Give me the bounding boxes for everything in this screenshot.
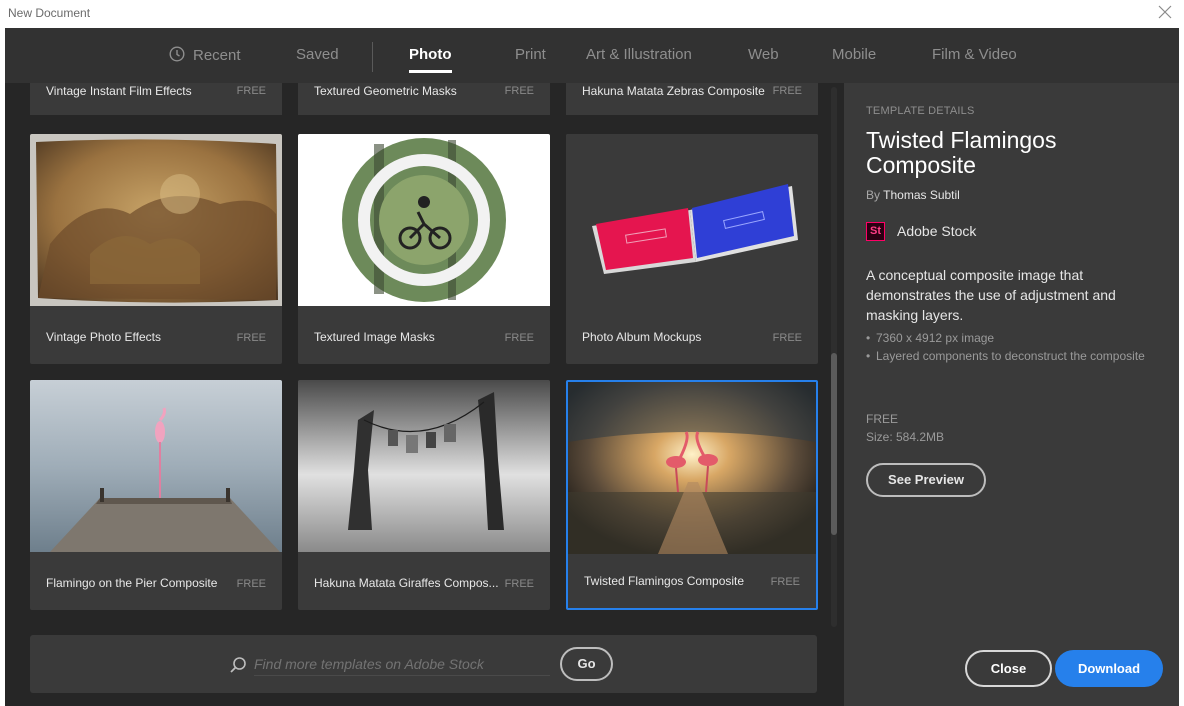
- template-description: A conceptual composite image that demons…: [866, 267, 1116, 323]
- template-price: FREE: [236, 85, 266, 97]
- tab-label: Recent: [193, 47, 241, 64]
- template-name: Textured Image Masks: [314, 330, 435, 344]
- template-price: FREE: [236, 332, 266, 344]
- template-thumbnail: [30, 134, 282, 306]
- title-bar: New Document: [0, 0, 1184, 28]
- go-button[interactable]: Go: [560, 647, 613, 681]
- stock-source: Adobe Stock: [897, 223, 977, 239]
- clock-icon: [169, 46, 185, 62]
- template-price: FREE: [504, 85, 534, 97]
- author-name[interactable]: Thomas Subtil: [883, 188, 960, 202]
- template-price: FREE: [770, 576, 800, 588]
- template-author: By Thomas Subtil: [866, 188, 960, 202]
- tab-label: Photo: [409, 46, 452, 63]
- template-card[interactable]: Flamingo on the Pier Composite FREE: [30, 380, 282, 610]
- template-name: Hakuna Matata Giraffes Compos...: [314, 576, 499, 590]
- dialog-body: Recent Saved Photo Print Art & Illustrat…: [5, 28, 1179, 706]
- template-name: Vintage Photo Effects: [46, 330, 161, 344]
- template-features: 7360 x 4912 px image Layered components …: [866, 329, 1166, 365]
- template-grid: Vintage Instant Film Effects FREE Textur…: [5, 83, 844, 706]
- feature-item: 7360 x 4912 px image: [866, 329, 1166, 347]
- download-button[interactable]: Download: [1055, 650, 1163, 687]
- tab-print[interactable]: Print: [515, 46, 546, 63]
- tab-mobile[interactable]: Mobile: [832, 46, 876, 63]
- scrollbar-thumb[interactable]: [831, 353, 837, 535]
- tab-saved[interactable]: Saved: [296, 46, 339, 63]
- tab-film-video[interactable]: Film & Video: [932, 46, 1017, 63]
- tab-photo[interactable]: Photo: [409, 46, 452, 73]
- tab-label: Web: [748, 46, 779, 63]
- template-price: FREE: [504, 578, 534, 590]
- template-price: FREE: [236, 578, 266, 590]
- template-card[interactable]: Textured Image Masks FREE: [298, 134, 550, 364]
- template-title: Twisted Flamingos Composite: [866, 127, 1057, 178]
- search-input[interactable]: Find more templates on Adobe Stock: [254, 656, 550, 676]
- template-price: FREE: [504, 332, 534, 344]
- tab-label: Art & Illustration: [586, 46, 692, 63]
- search-icon: [229, 656, 247, 674]
- template-size: Size: 584.2MB: [866, 430, 945, 444]
- see-preview-button[interactable]: See Preview: [866, 463, 986, 497]
- template-card[interactable]: Photo Album Mockups FREE: [566, 134, 818, 364]
- template-name: Textured Geometric Masks: [314, 84, 457, 98]
- template-thumbnail: [568, 382, 816, 554]
- template-name: Vintage Instant Film Effects: [46, 84, 192, 98]
- template-name: Twisted Flamingos Composite: [584, 574, 745, 588]
- template-price: FREE: [772, 332, 802, 344]
- template-card[interactable]: Vintage Photo Effects FREE: [30, 134, 282, 364]
- template-card-selected[interactable]: Twisted Flamingos Composite FREE: [566, 380, 818, 610]
- template-price-detail: FREE: [866, 412, 899, 426]
- tab-art-illustration[interactable]: Art & Illustration: [586, 46, 692, 63]
- tab-label: Film & Video: [932, 46, 1017, 63]
- template-card[interactable]: Textured Geometric Masks FREE: [298, 83, 550, 115]
- template-thumbnail: [30, 380, 282, 552]
- template-thumbnail: [298, 134, 550, 306]
- section-label: TEMPLATE DETAILS: [866, 105, 975, 117]
- template-name: Photo Album Mockups: [582, 330, 702, 344]
- close-button[interactable]: Close: [965, 650, 1052, 687]
- tab-recent[interactable]: Recent: [169, 46, 241, 64]
- tab-web[interactable]: Web: [748, 46, 779, 63]
- window-title: New Document: [8, 6, 91, 20]
- template-thumbnail: [298, 380, 550, 552]
- template-thumbnail: [566, 134, 818, 306]
- template-card[interactable]: Hakuna Matata Giraffes Compos... FREE: [298, 380, 550, 610]
- template-name: Flamingo on the Pier Composite: [46, 576, 218, 590]
- close-icon[interactable]: [1156, 3, 1174, 21]
- new-document-window: New Document Recent Saved Photo Print Ar…: [0, 0, 1184, 706]
- category-tabs: Recent Saved Photo Print Art & Illustrat…: [5, 28, 1179, 83]
- stock-search-bar: Find more templates on Adobe Stock Go: [30, 635, 817, 693]
- adobe-stock-icon: St: [866, 222, 885, 241]
- template-price: FREE: [772, 85, 802, 97]
- template-card[interactable]: Vintage Instant Film Effects FREE: [30, 83, 282, 115]
- template-card[interactable]: Hakuna Matata Zebras Composite FREE: [566, 83, 818, 115]
- tab-divider: [372, 42, 373, 72]
- tab-label: Mobile: [832, 46, 877, 63]
- template-details-panel: TEMPLATE DETAILS Twisted Flamingos Compo…: [844, 83, 1179, 706]
- author-prefix: By: [866, 188, 881, 202]
- tab-label: Print: [515, 46, 546, 63]
- feature-item: Layered components to deconstruct the co…: [866, 347, 1166, 365]
- template-name: Hakuna Matata Zebras Composite: [582, 84, 765, 98]
- tab-label: Saved: [296, 46, 339, 63]
